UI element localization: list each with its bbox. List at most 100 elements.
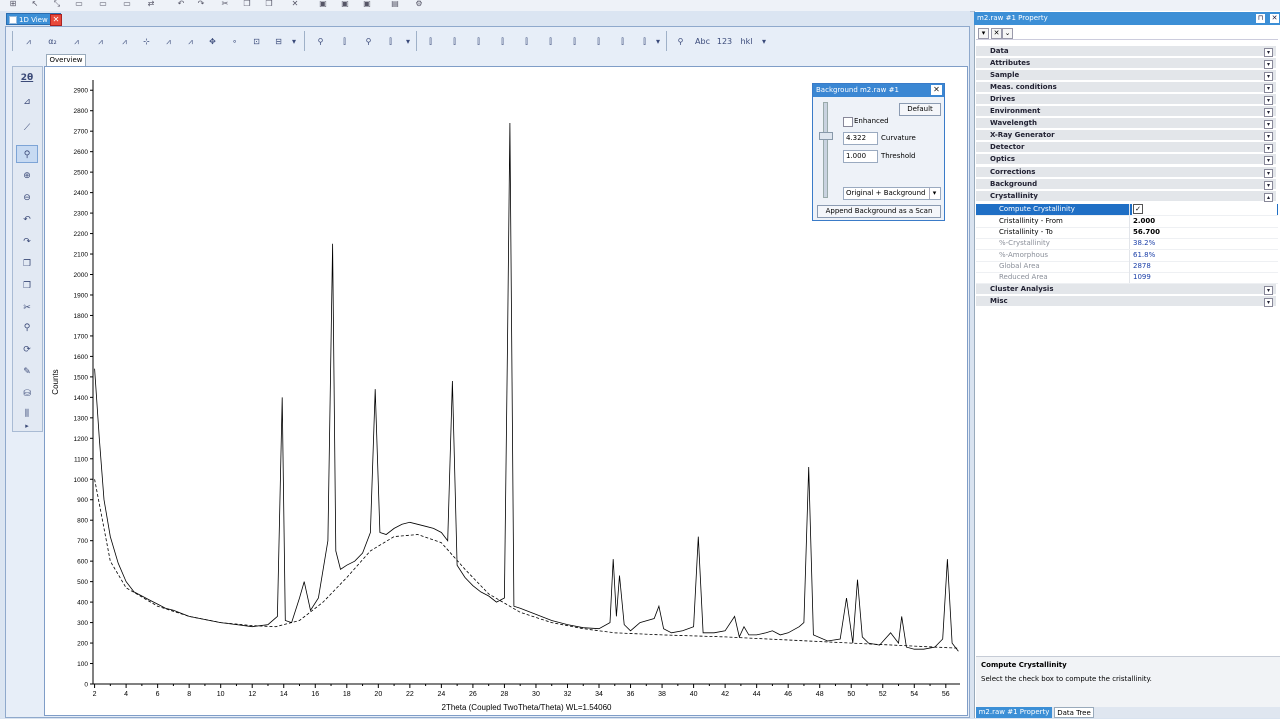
tab-property[interactable]: m2.raw #1 Property bbox=[976, 707, 1052, 718]
expand-icon[interactable]: ▾ bbox=[1264, 298, 1273, 307]
pattern-icon-5[interactable]: ⫿ bbox=[518, 33, 535, 50]
redo-zoom-icon[interactable]: ↷ bbox=[16, 233, 38, 251]
expand-icon[interactable]: ▾ bbox=[1264, 120, 1273, 130]
edit-icon[interactable]: ✎ bbox=[16, 363, 38, 381]
cut-scan-icon[interactable]: ✂ bbox=[16, 299, 38, 317]
pattern-icon-9[interactable]: ⫿ bbox=[614, 33, 631, 50]
close-icon[interactable]: ✕ bbox=[931, 85, 942, 95]
print-icon[interactable]: ▭ bbox=[98, 0, 108, 8]
zoom-tool-icon[interactable]: ⚲ bbox=[16, 145, 38, 163]
category-corrections[interactable]: Corrections ▾ bbox=[976, 166, 1276, 178]
row-compute-crystallinity[interactable]: Compute Crystallinity ✓ bbox=[976, 204, 1278, 216]
unit-cell-icon[interactable]: ⫿ bbox=[382, 33, 399, 50]
zoom-search-icon[interactable]: ⚲ bbox=[672, 33, 689, 50]
undo-zoom-icon[interactable]: ↶ bbox=[16, 211, 38, 229]
curvature-field[interactable]: 4.322 bbox=[843, 132, 878, 145]
rotate-icon[interactable]: ⟳ bbox=[16, 341, 38, 359]
property-value[interactable]: 2.000 bbox=[1132, 216, 1277, 227]
category-optics[interactable]: Optics ▾ bbox=[976, 154, 1276, 166]
close-tab-icon[interactable]: ✕ bbox=[50, 14, 62, 26]
chevron-down-icon[interactable]: ⌄ bbox=[1002, 28, 1013, 39]
expand-icon[interactable]: ▾ bbox=[1264, 72, 1273, 82]
paste-icon[interactable]: ❐ bbox=[264, 0, 274, 8]
dropdown-icon[interactable]: ▾ bbox=[978, 28, 989, 39]
category-detector[interactable]: Detector ▾ bbox=[976, 142, 1276, 154]
append-background-button[interactable]: Append Background as a Scan bbox=[817, 205, 941, 218]
cursor-icon[interactable]: ↖ bbox=[30, 0, 40, 8]
expand-icon[interactable]: ▾ bbox=[1264, 156, 1273, 166]
pattern-icon-3[interactable]: ⫿ bbox=[470, 33, 487, 50]
shift-icon[interactable]: ⊡ bbox=[248, 33, 265, 50]
dropdown-icon[interactable]: ▾ bbox=[404, 33, 412, 50]
default-button[interactable]: Default bbox=[899, 103, 941, 116]
pattern-icon-8[interactable]: ⫿ bbox=[590, 33, 607, 50]
property-value[interactable]: ✓ bbox=[1132, 204, 1277, 215]
close-icon[interactable]: ✕ bbox=[1270, 14, 1279, 23]
dropdown-icon[interactable]: ▾ bbox=[760, 33, 768, 50]
slider-track[interactable] bbox=[823, 102, 828, 198]
pattern-icon-6[interactable]: ⫿ bbox=[542, 33, 559, 50]
smooth-icon[interactable]: ⩘ bbox=[92, 33, 109, 50]
pattern-icon-4[interactable]: ⫿ bbox=[494, 33, 511, 50]
expand-icon[interactable]: ▾ bbox=[1264, 48, 1273, 57]
slider-handle[interactable] bbox=[819, 132, 833, 140]
icdd-icon[interactable]: ▤ bbox=[388, 0, 402, 8]
tab-overview[interactable]: Overview bbox=[46, 54, 86, 66]
text-label-icon[interactable]: Abc bbox=[694, 33, 711, 50]
zoom-out-icon[interactable]: ⊖ bbox=[16, 189, 38, 207]
expand-icon[interactable]: ▾ bbox=[1264, 108, 1273, 118]
overlay-icon[interactable]: ⩘ bbox=[182, 33, 199, 50]
area-icon[interactable]: ⩘ bbox=[160, 33, 177, 50]
mix-icon[interactable]: ✥ bbox=[204, 33, 221, 50]
zoom-icon[interactable]: ⤡ bbox=[52, 0, 62, 8]
copy-tool-icon[interactable]: ❐ bbox=[16, 255, 38, 273]
expand-icon[interactable]: ▾ bbox=[1264, 286, 1273, 295]
copy-icon[interactable]: ❐ bbox=[242, 0, 252, 8]
dropdown-icon[interactable]: ▾ bbox=[290, 33, 298, 50]
expand-arrow-icon[interactable]: ▸ bbox=[16, 421, 38, 431]
two-theta-toggle[interactable]: 2θ bbox=[16, 69, 38, 87]
category-cluster-analysis[interactable]: Cluster Analysis ▾ bbox=[976, 284, 1276, 295]
expand-icon[interactable]: ▾ bbox=[1264, 60, 1273, 70]
delete-icon[interactable]: ✕ bbox=[290, 0, 300, 8]
category-drives[interactable]: Drives ▾ bbox=[976, 94, 1276, 106]
pattern-icon-10[interactable]: ⫿ bbox=[636, 33, 653, 50]
tab-data-tree[interactable]: Data Tree bbox=[1054, 707, 1094, 718]
category-misc[interactable]: Misc ▾ bbox=[976, 296, 1276, 307]
compute-checkbox[interactable]: ✓ bbox=[1133, 204, 1143, 214]
expand-icon[interactable]: ▾ bbox=[1264, 168, 1273, 178]
table-icon[interactable]: ▣ bbox=[340, 0, 350, 8]
chart-icon[interactable]: ▣ bbox=[318, 0, 328, 8]
expand-icon[interactable]: ▾ bbox=[1264, 144, 1273, 154]
undo-icon[interactable]: ↶ bbox=[176, 0, 186, 8]
category-data[interactable]: Data ▾ bbox=[976, 46, 1276, 57]
collapse-icon[interactable]: ▴ bbox=[1264, 192, 1273, 202]
pin-icon[interactable]: ⊓ bbox=[1256, 14, 1265, 23]
export-icon[interactable]: ⇄ bbox=[146, 0, 156, 8]
redo-icon[interactable]: ↷ bbox=[196, 0, 206, 8]
scan-zoom-icon[interactable]: ⚲ bbox=[16, 319, 38, 337]
enhanced-checkbox[interactable] bbox=[843, 117, 853, 127]
paste-tool-icon[interactable]: ❐ bbox=[16, 277, 38, 295]
category-environment[interactable]: Environment ▾ bbox=[976, 106, 1276, 118]
peak-fit-icon[interactable]: ⩘ bbox=[116, 33, 133, 50]
dropdown-icon[interactable]: ▾ bbox=[654, 33, 662, 50]
expand-icon[interactable]: ▾ bbox=[1264, 132, 1273, 142]
expand-icon[interactable]: ▾ bbox=[1264, 180, 1273, 190]
add-peak-icon[interactable]: ⊹ bbox=[138, 33, 155, 50]
identify-icon[interactable]: ⫿ bbox=[336, 33, 353, 50]
hkl-label-icon[interactable]: hkl bbox=[738, 33, 755, 50]
category-x-ray-generator[interactable]: X-Ray Generator ▾ bbox=[976, 130, 1276, 142]
number-label-icon[interactable]: 123 bbox=[716, 33, 733, 50]
new-icon[interactable]: ⊞ bbox=[8, 0, 18, 8]
print-preview-icon[interactable]: ▭ bbox=[122, 0, 132, 8]
pattern-icon-1[interactable]: ⫿ bbox=[422, 33, 439, 50]
category-attributes[interactable]: Attributes ▾ bbox=[976, 58, 1276, 70]
category-sample[interactable]: Sample ▾ bbox=[976, 70, 1276, 82]
cursor-tool-icon[interactable]: ⊿ bbox=[16, 93, 38, 111]
scale-icon[interactable]: ∘ bbox=[226, 33, 243, 50]
search-match-icon[interactable]: ⚲ bbox=[312, 33, 329, 50]
peak-search-icon[interactable]: ⩘ bbox=[20, 33, 37, 50]
split-icon[interactable]: ⊟ bbox=[270, 33, 287, 50]
save-icon[interactable]: ▭ bbox=[74, 0, 84, 8]
